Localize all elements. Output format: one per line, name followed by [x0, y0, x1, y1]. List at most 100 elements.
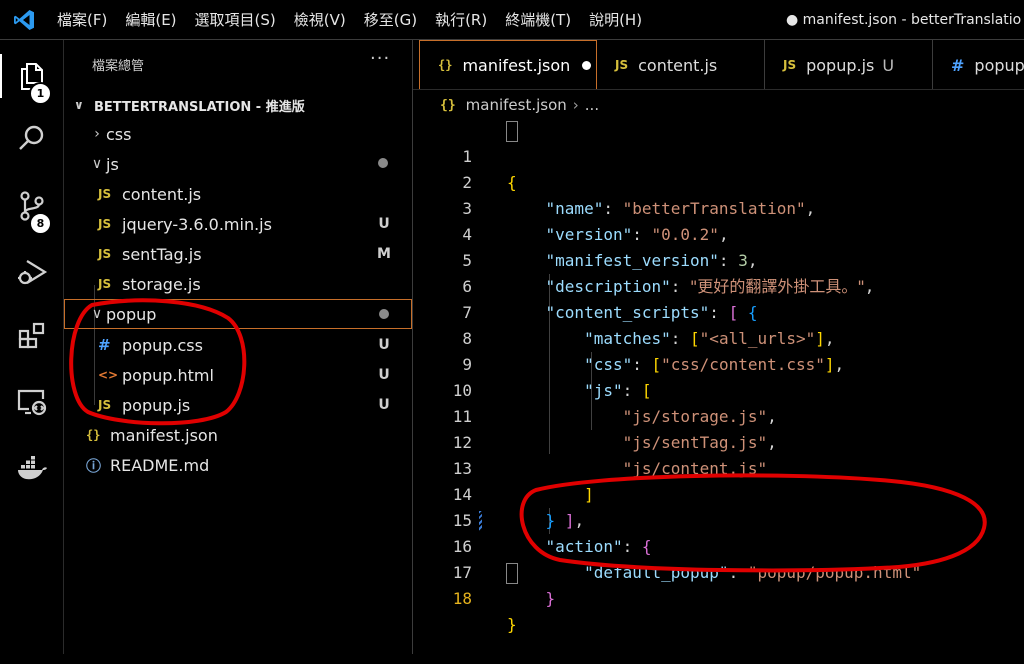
menu-run[interactable]: 執行(R) — [426, 0, 496, 39]
chevron-down-icon: ∨ — [91, 306, 103, 322]
json-file-icon: {} — [440, 97, 456, 113]
code-line: 7 "matches": ["<all_urls>"], — [413, 274, 1024, 348]
git-status-badge: U — [882, 55, 895, 75]
code-editor[interactable]: 1 { 2 "name": "betterTranslation", 3 "ve… — [413, 118, 1024, 654]
code-line: 14 } ], — [413, 456, 1024, 530]
gutter-modified-marker — [479, 511, 482, 531]
breadcrumb: {} manifest.json › ... — [440, 92, 599, 118]
chevron-down-icon: ∨ — [91, 156, 103, 172]
code-line-current: 18 } — [413, 560, 1024, 634]
modified-dot-icon — [379, 309, 389, 319]
search-icon[interactable] — [0, 110, 64, 166]
tree-folder-css[interactable]: › css — [64, 119, 412, 149]
tree-file-popup-js[interactable]: JS popup.js U — [64, 390, 412, 420]
code-line: 17 } — [413, 534, 1024, 608]
tab-label: popup.js — [806, 55, 875, 75]
tab-content-js[interactable]: JS content.js — [597, 40, 765, 89]
code-line: 10 "js/storage.js", — [413, 352, 1024, 426]
json-file-icon: {} — [438, 58, 453, 72]
git-status-badge: U — [378, 337, 390, 353]
more-actions-icon[interactable]: ··· — [370, 48, 390, 69]
explorer-sidebar: 檔案總管 ··· ∨ BETTERTRANSLATION - 推進版 › css… — [64, 40, 413, 654]
chevron-right-icon: › — [572, 96, 579, 114]
tab-popup-css[interactable]: # popup — [933, 40, 1024, 89]
editor-tab-bar: {} manifest.json JS content.js JS popup.… — [413, 40, 1024, 90]
tree-folder-popup[interactable]: ∨ popup — [64, 299, 412, 329]
explorer-icon[interactable]: 1 — [0, 48, 64, 105]
tab-label: manifest.json — [462, 55, 571, 75]
source-control-icon[interactable]: 8 — [0, 178, 64, 235]
js-file-icon: JS — [615, 58, 629, 72]
sidebar-title: 檔案總管 — [92, 59, 145, 74]
menu-file[interactable]: 檔案(F) — [48, 0, 116, 39]
tree-file-storage-js[interactable]: JS storage.js — [64, 269, 412, 299]
tree-file-content-js[interactable]: JS content.js — [64, 179, 412, 209]
modified-dot-icon — [378, 158, 388, 168]
menu-selection[interactable]: 選取項目(S) — [186, 0, 285, 39]
git-status-badge: M — [377, 246, 391, 262]
code-line: 1 { — [413, 118, 1024, 192]
source-control-badge: 8 — [29, 212, 52, 235]
tree-folder-js[interactable]: ∨ js — [64, 149, 412, 179]
code-line: 13 ] — [413, 430, 1024, 504]
breadcrumb-symbol[interactable]: ... — [585, 96, 599, 114]
tree-item-label: popup.css — [122, 335, 203, 355]
docker-icon[interactable] — [0, 440, 64, 496]
git-status-badge: U — [378, 216, 390, 232]
js-file-icon: JS — [783, 58, 797, 72]
tree-item-label: storage.js — [122, 274, 201, 294]
git-status-badge: U — [378, 397, 390, 413]
project-folder-header[interactable]: ∨ BETTERTRANSLATION - 推進版 — [74, 92, 305, 118]
remote-explorer-icon[interactable] — [0, 374, 64, 430]
activity-bar: 1 8 — [0, 40, 64, 654]
unsaved-dot-icon[interactable] — [582, 60, 592, 70]
title-bar: 檔案(F) 編輯(E) 選取項目(S) 檢視(V) 移至(G) 執行(R) 終端… — [0, 0, 1024, 40]
html-file-icon: <> — [98, 368, 119, 382]
chevron-down-icon: ∨ — [74, 98, 84, 112]
json-file-icon: {} — [86, 428, 101, 442]
tree-item-label: README.md — [110, 455, 210, 475]
breadcrumb-file[interactable]: manifest.json — [466, 96, 567, 114]
tree-item-label: popup.html — [122, 365, 214, 385]
project-name: BETTERTRANSLATION - 推進版 — [94, 99, 305, 115]
tree-file-popup-css[interactable]: # popup.css U — [64, 330, 412, 360]
tree-file-jquery-js[interactable]: JS jquery-3.6.0.min.js U — [64, 209, 412, 239]
line-number: 18 — [452, 589, 472, 608]
tree-item-label: popup.js — [122, 395, 191, 415]
tree-file-manifest-json[interactable]: {} manifest.json — [64, 420, 412, 450]
js-file-icon: JS — [98, 217, 112, 231]
info-file-icon: ⓘ — [86, 456, 102, 475]
run-debug-icon[interactable] — [0, 244, 64, 300]
chevron-right-icon: › — [94, 126, 100, 142]
tree-item-label: content.js — [122, 184, 202, 204]
code-line: 5 "description": "更好的翻譯外掛工具。", — [413, 222, 1024, 296]
git-status-badge: U — [378, 367, 390, 383]
tree-file-popup-html[interactable]: <> popup.html U — [64, 360, 412, 390]
tab-label: popup — [974, 55, 1024, 75]
menu-go[interactable]: 移至(G) — [355, 0, 426, 39]
code-line: 16 "default_popup": "popup/popup.html" — [413, 508, 1024, 582]
tree-file-senttag-js[interactable]: JS sentTag.js M — [64, 239, 412, 269]
css-file-icon: # — [98, 336, 111, 354]
js-file-icon: JS — [98, 398, 112, 412]
tab-label: content.js — [638, 55, 718, 75]
menu-edit[interactable]: 編輯(E) — [116, 0, 185, 39]
tree-item-label: css — [106, 124, 132, 144]
tree-item-label: manifest.json — [110, 425, 218, 445]
menu-terminal[interactable]: 終端機(T) — [496, 0, 580, 39]
code-line: 12 "js/content.js" — [413, 404, 1024, 478]
tree-item-label: jquery-3.6.0.min.js — [122, 214, 272, 234]
js-file-icon: JS — [98, 247, 112, 261]
code-line: 9 "js": [ — [413, 326, 1024, 400]
menu-help[interactable]: 說明(H) — [580, 0, 651, 39]
tree-file-readme-md[interactable]: ⓘ README.md — [64, 450, 412, 480]
extensions-icon[interactable] — [0, 308, 64, 364]
window-title: ● manifest.json - betterTranslatio — [786, 12, 1022, 28]
code-line: 8 "css": ["css/content.css"], — [413, 300, 1024, 374]
tab-manifest-json[interactable]: {} manifest.json — [419, 40, 597, 89]
code-line: 4 "manifest_version": 3, — [413, 196, 1024, 270]
code-line: 3 "version": "0.0.2", — [413, 170, 1024, 244]
css-file-icon: # — [951, 55, 965, 75]
tab-popup-js[interactable]: JS popup.js U — [765, 40, 933, 89]
menu-view[interactable]: 檢視(V) — [285, 0, 355, 39]
